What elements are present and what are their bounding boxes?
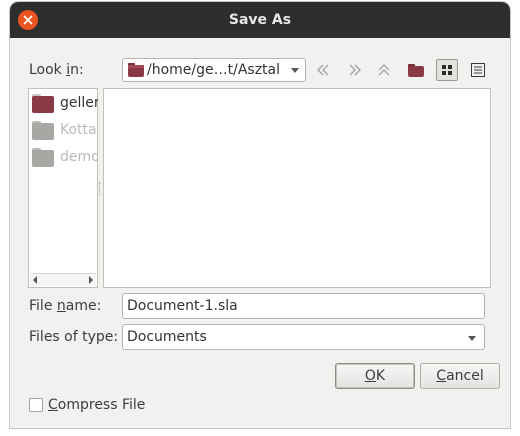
file-list-view[interactable] [103,88,491,288]
title-bar: Save As [10,2,510,38]
sidebar-horizontal-scrollbar[interactable] [30,273,96,286]
scroll-right-arrow-icon[interactable] [89,276,93,284]
folder-icon [32,147,54,167]
file-name-input[interactable]: Document-1.sla [122,293,485,319]
window-title: Save As [228,12,292,28]
chevron-down-icon [468,336,476,341]
ok-button[interactable]: OK [335,363,415,389]
sidebar-item-demo: demo [32,145,98,169]
sidebar-item-label: geller [60,95,98,111]
splitter-handle[interactable] [99,182,101,196]
folder-icon [32,120,54,140]
sidebar-item-label: demo [60,149,98,165]
detail-view-icon[interactable] [467,59,489,81]
cancel-button[interactable]: Cancel [420,363,500,389]
look-in-label: Look in: [29,62,84,78]
sidebar-panel: geller Kotta demo [28,88,98,288]
file-name-label: File name: [29,298,102,314]
save-as-dialog: Save As Look in: /home/ge…t/Asztal gelle… [10,2,510,428]
sidebar-item-label: Kotta [60,122,97,138]
sidebar-item-geller[interactable]: geller [32,91,98,115]
file-type-value: Documents [127,329,207,345]
look-in-combo[interactable]: /home/ge…t/Asztal [122,58,306,82]
home-folder-icon [32,93,54,113]
close-icon[interactable] [18,10,38,30]
look-in-path: /home/ge…t/Asztal [147,62,281,78]
sidebar-item-kotta: Kotta [32,118,98,142]
scroll-left-arrow-icon[interactable] [33,276,37,284]
forward-arrow-icon[interactable] [343,59,365,81]
file-type-label: Files of type: [29,329,119,345]
chevron-down-icon [291,68,299,73]
parent-directory-icon[interactable] [373,59,395,81]
compress-file-checkbox[interactable] [29,398,43,412]
new-folder-icon[interactable] [405,59,427,81]
folder-icon [128,62,144,82]
back-arrow-icon[interactable] [313,59,335,81]
compress-file-label[interactable]: Compress File [48,397,145,413]
file-type-select[interactable]: Documents [122,324,485,350]
icon-view-icon[interactable] [436,59,458,81]
